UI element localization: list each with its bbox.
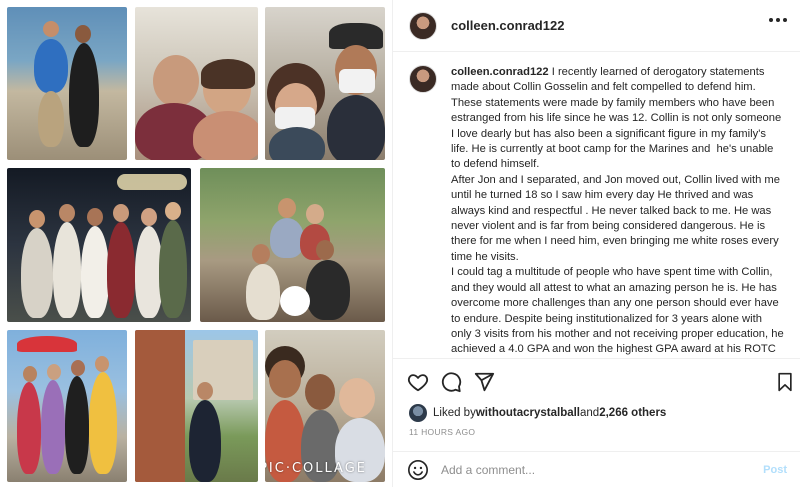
heart-icon[interactable] bbox=[407, 371, 429, 393]
likes-count[interactable]: 2,266 others bbox=[599, 407, 666, 419]
post-actions-bar bbox=[393, 358, 800, 402]
avatar[interactable] bbox=[409, 11, 437, 40]
post-header: colleen.conrad122 bbox=[393, 0, 800, 52]
photo-tile-2 bbox=[135, 7, 258, 160]
caption-username[interactable]: colleen.conrad122 bbox=[451, 66, 549, 78]
post-author-username[interactable]: colleen.conrad122 bbox=[451, 18, 564, 33]
comment-input[interactable] bbox=[441, 462, 741, 477]
more-horizontal-icon[interactable] bbox=[769, 18, 787, 22]
photo-tile-7 bbox=[135, 330, 258, 482]
post-comment-button[interactable]: Post bbox=[763, 464, 787, 476]
caption-body: I recently learned of derogatory stateme… bbox=[451, 66, 784, 356]
paper-plane-icon[interactable] bbox=[473, 371, 495, 393]
comment-bubble-icon[interactable] bbox=[440, 371, 462, 393]
photo-tile-8: PIC·COLLAGE bbox=[265, 330, 385, 482]
photo-collage: PIC·COLLAGE bbox=[0, 0, 392, 487]
photo-tile-6 bbox=[7, 330, 127, 482]
caption-avatar[interactable] bbox=[409, 65, 437, 93]
comment-bar: Post bbox=[393, 451, 800, 487]
post-time[interactable]: 11 HOURS AGO bbox=[409, 427, 475, 437]
photo-tile-3 bbox=[265, 7, 385, 160]
bookmark-icon[interactable] bbox=[775, 371, 795, 393]
photo-tile-1 bbox=[7, 7, 127, 160]
liker-username[interactable]: withoutacrystalball bbox=[476, 407, 580, 419]
emoji-icon[interactable] bbox=[407, 459, 429, 481]
likes-middle: and bbox=[580, 407, 600, 419]
collage-watermark: PIC·COLLAGE bbox=[265, 461, 367, 476]
likes-summary: Liked by withoutacrystalball and 2,266 o… bbox=[409, 404, 666, 422]
post-caption: colleen.conrad122 I recently learned of … bbox=[393, 53, 800, 357]
post-details-panel: colleen.conrad122 colleen.conrad122 I re… bbox=[392, 0, 800, 487]
caption-text: colleen.conrad122 I recently learned of … bbox=[451, 65, 785, 357]
photo-tile-4 bbox=[7, 168, 191, 322]
photo-tile-5 bbox=[200, 168, 385, 322]
liker-avatar[interactable] bbox=[409, 404, 427, 422]
likes-prefix: Liked by bbox=[433, 407, 476, 419]
